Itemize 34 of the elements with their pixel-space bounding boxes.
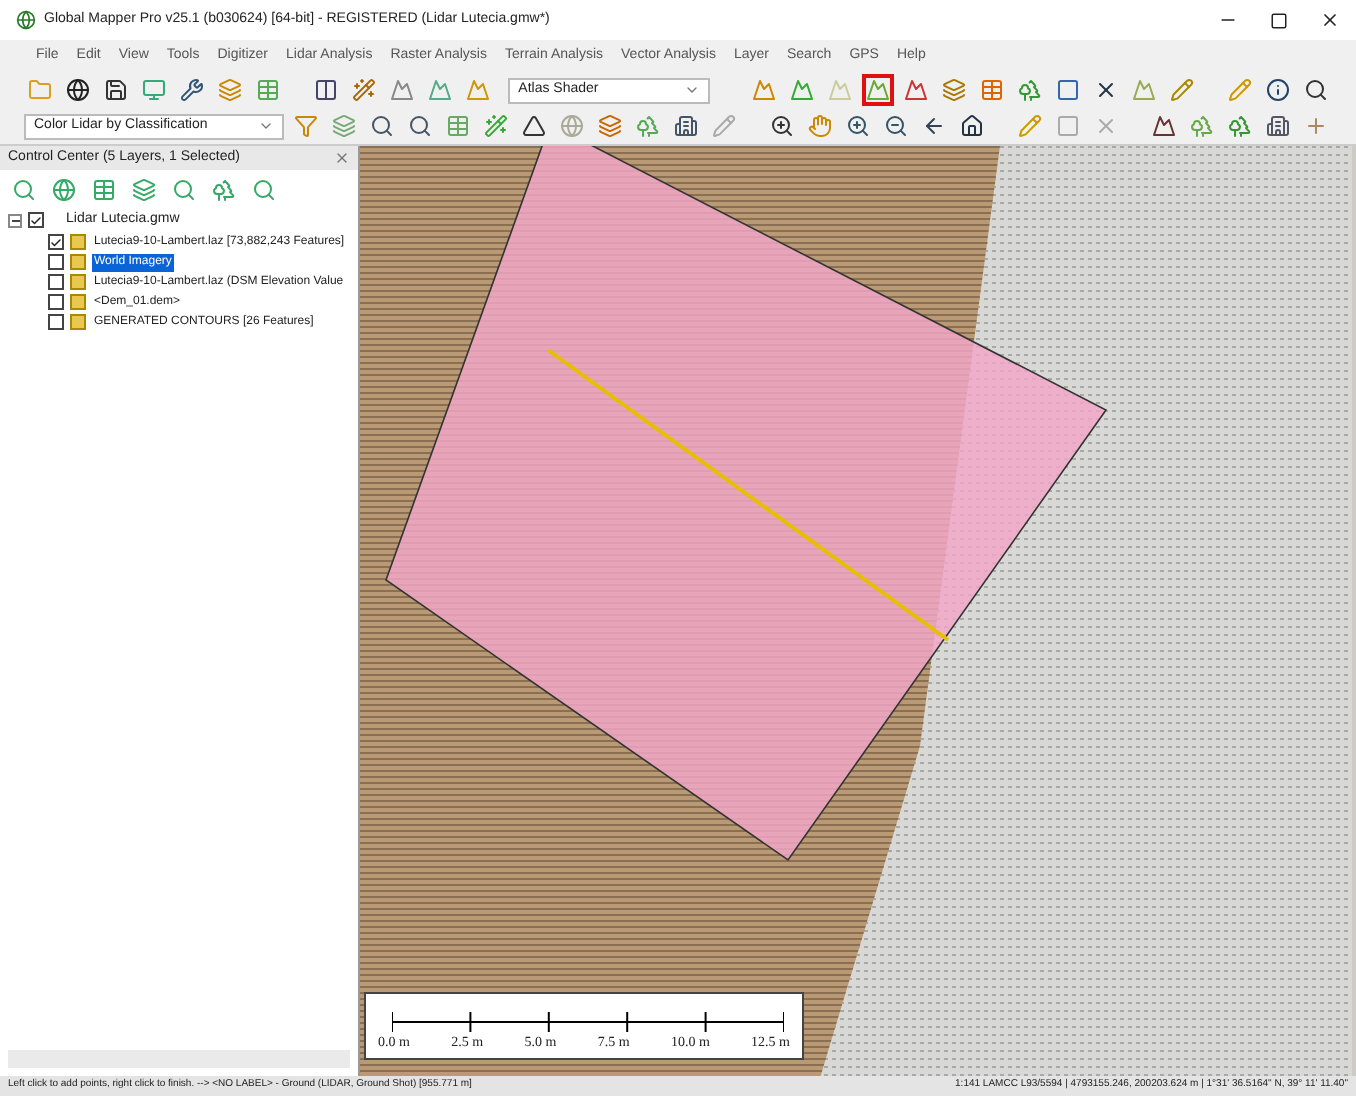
wand-icon[interactable] — [348, 74, 381, 106]
mountain-icon[interactable] — [899, 74, 932, 106]
checkbox[interactable] — [48, 234, 64, 250]
close-icon — [1320, 10, 1340, 30]
checkbox[interactable] — [28, 212, 44, 229]
building-icon[interactable] — [670, 110, 703, 142]
triangle-icon[interactable] — [518, 110, 551, 142]
layer-tool-icon[interactable] — [88, 174, 120, 206]
maximize-icon — [1270, 11, 1288, 29]
pencil-icon[interactable] — [1014, 110, 1047, 142]
tree-icon[interactable] — [1013, 74, 1046, 106]
close-icon — [334, 150, 350, 166]
scale-ruler-icon — [392, 1011, 784, 1031]
checkbox[interactable] — [48, 314, 64, 330]
layer-tool-icon[interactable] — [168, 174, 200, 206]
layers-icon[interactable] — [594, 110, 627, 142]
table-icon[interactable] — [252, 74, 284, 106]
mountain-icon[interactable] — [1147, 110, 1180, 142]
dropdown-caret-icon — [684, 82, 701, 98]
layer-tool-icon[interactable] — [208, 174, 240, 206]
collapse-toggle[interactable] — [8, 213, 22, 228]
save-icon[interactable] — [100, 74, 132, 106]
app-globe-icon — [16, 10, 36, 30]
info-icon[interactable] — [1262, 74, 1295, 106]
layer-tool-icon[interactable] — [248, 174, 280, 206]
checkbox[interactable] — [48, 294, 64, 310]
wrench-icon[interactable] — [176, 74, 208, 106]
checkbox[interactable] — [48, 274, 64, 290]
layer-tool-icon[interactable] — [128, 174, 160, 206]
globe-icon[interactable] — [62, 74, 94, 106]
building-icon[interactable] — [1261, 110, 1294, 142]
checkbox[interactable] — [48, 254, 64, 270]
terrain-tool-icon[interactable] — [861, 74, 894, 106]
dropdown-caret-icon — [258, 118, 275, 134]
